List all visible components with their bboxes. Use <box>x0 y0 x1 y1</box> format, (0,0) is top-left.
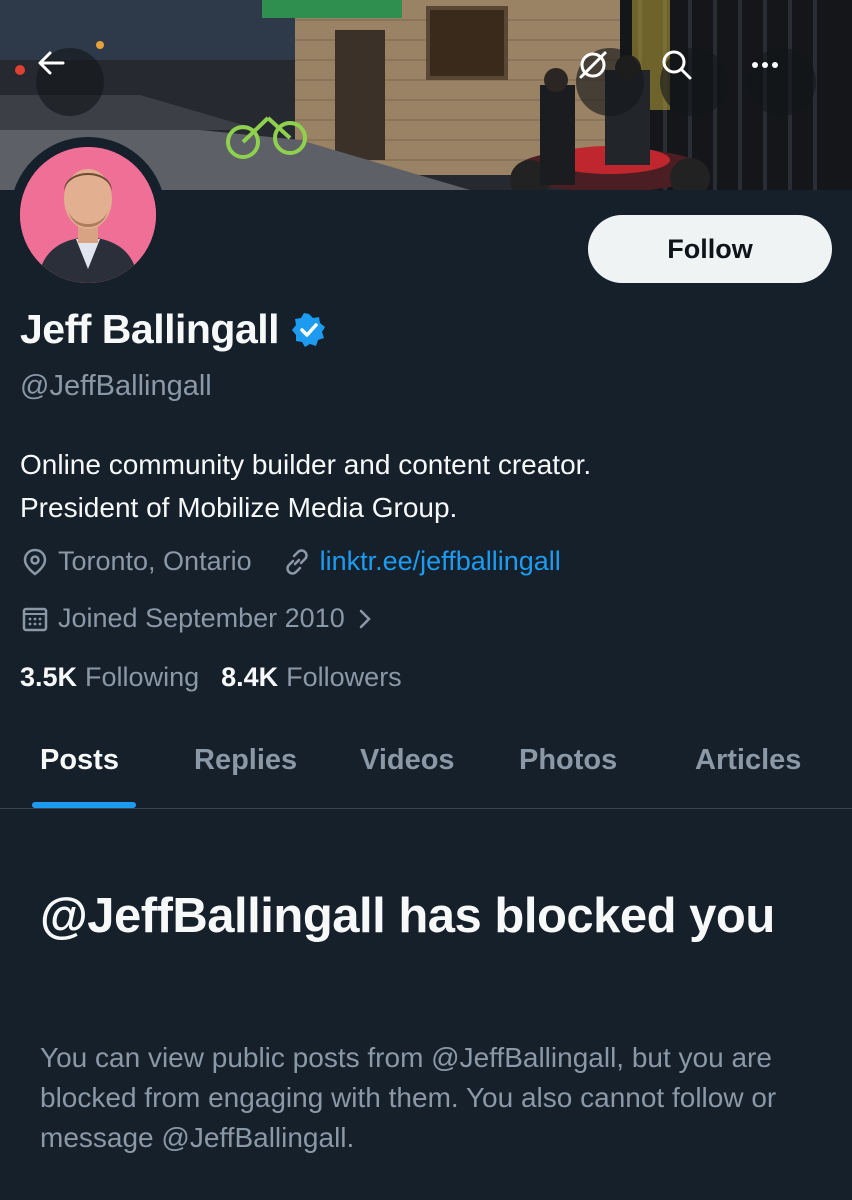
search-icon <box>662 50 692 80</box>
bio-line: President of Mobilize Media Group. <box>20 492 458 523</box>
profile-meta-location-row: Toronto, Ontario linktr.ee/jeffballingal… <box>20 546 561 577</box>
more-icon <box>752 62 778 68</box>
profile-website-link[interactable]: linktr.ee/jeffballingall <box>320 546 561 577</box>
back-button[interactable] <box>36 48 104 116</box>
follow-button[interactable]: Follow <box>588 215 832 283</box>
profile-location: Toronto, Ontario <box>58 546 252 576</box>
location-pin-icon <box>23 548 47 576</box>
tab-photos[interactable]: Photos <box>519 744 617 777</box>
followers-label: Followers <box>286 662 402 692</box>
link-icon <box>285 548 308 575</box>
followers-count: 8.4K <box>221 662 279 692</box>
more-button[interactable] <box>748 48 816 116</box>
profile-handle: @JeffBallingall <box>20 370 212 402</box>
avatar[interactable] <box>10 137 166 293</box>
profile-bio: Online community builder and content cre… <box>20 443 820 529</box>
profile-tabs: Posts Replies Videos Photos Articles <box>0 730 852 809</box>
tab-articles[interactable]: Articles <box>695 744 801 777</box>
profile-counts: 3.5K Following 8.4K Followers <box>20 662 402 693</box>
blocked-title: @JeffBallingall has blocked you <box>40 889 775 943</box>
search-button[interactable] <box>660 48 728 116</box>
tab-posts[interactable]: Posts <box>40 744 119 777</box>
profile-joined-date: Joined September 2010 <box>58 603 345 633</box>
calendar-icon <box>22 607 48 631</box>
blocked-message: You can view public posts from @JeffBall… <box>40 1042 777 1153</box>
tab-replies[interactable]: Replies <box>194 744 297 777</box>
grok-icon <box>579 51 607 79</box>
display-name: Jeff Ballingall <box>20 306 280 352</box>
profile-name-row: Jeff Ballingall <box>20 306 327 353</box>
following-link[interactable]: 3.5K Following <box>20 662 199 693</box>
active-tab-indicator <box>32 802 136 808</box>
followers-link[interactable]: 8.4K Followers <box>221 662 402 693</box>
arrow-left-icon <box>38 51 65 75</box>
profile-joined-row[interactable]: Joined September 2010 <box>20 603 375 634</box>
following-label: Following <box>85 662 200 692</box>
avatar-photo <box>20 147 156 283</box>
tab-videos[interactable]: Videos <box>360 744 455 777</box>
chevron-right-icon <box>359 609 371 628</box>
following-count: 3.5K <box>20 662 78 692</box>
bio-line: Online community builder and content cre… <box>20 449 592 480</box>
verified-badge-icon[interactable] <box>291 312 327 348</box>
grok-button[interactable] <box>576 48 644 116</box>
